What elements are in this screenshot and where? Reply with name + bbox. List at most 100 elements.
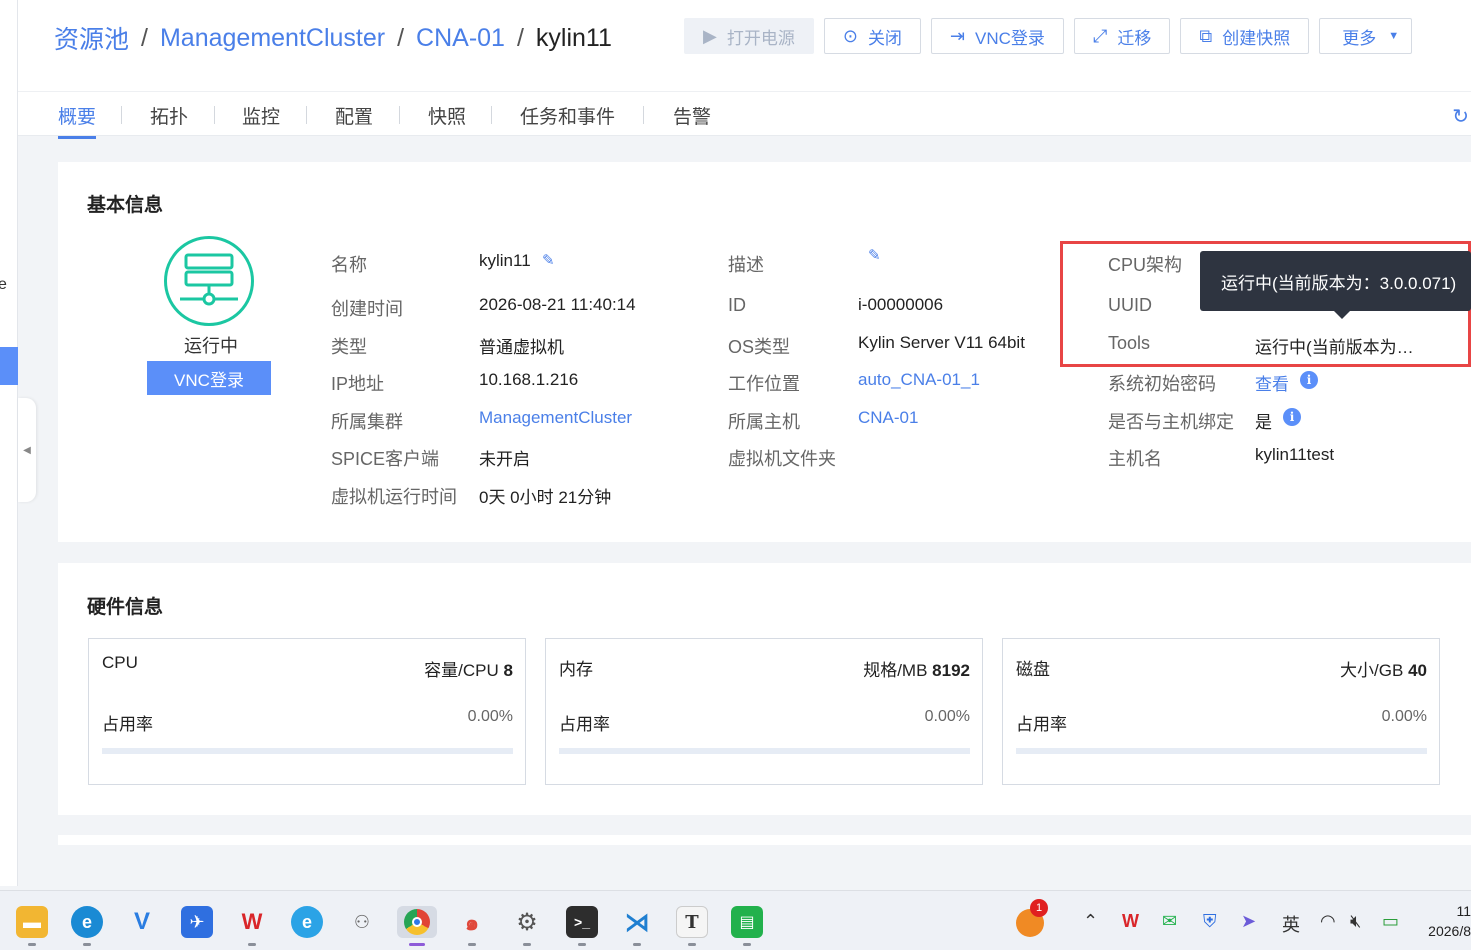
breadcrumb-resource-pool[interactable]: 资源池	[54, 20, 129, 56]
snail-app-icon[interactable]: ๑	[456, 906, 488, 938]
cluster-label: 所属集群	[331, 412, 403, 432]
create-snapshot-button[interactable]: ⧉ 创建快照	[1180, 18, 1310, 54]
uptime-label: 虚拟机运行时间	[331, 487, 457, 507]
taskbar-running-dot	[633, 943, 641, 946]
hardware-info-card: 硬件信息 CPU 容量/CPU 8 占用率 0.00% 内存 规格/MB 819…	[58, 563, 1471, 815]
speaker-muted-icon[interactable]: 🔇︎	[1350, 911, 1361, 932]
taskbar-running-dot	[28, 943, 36, 946]
ime-indicator[interactable]: 英	[1282, 911, 1300, 937]
basic-info-title: 基本信息	[87, 195, 164, 216]
tab-topology[interactable]: 拓扑	[150, 102, 188, 129]
page-header: 资源池 / ManagementCluster / CNA-01 / kylin…	[18, 0, 1471, 92]
caret-down-icon: ▼	[1388, 30, 1400, 42]
cpu-usage-bar	[102, 748, 513, 754]
wps-tray-icon[interactable]: W	[1122, 911, 1139, 932]
ip-label: IP地址	[331, 374, 385, 394]
info-icon[interactable]: i	[1283, 408, 1301, 426]
power-on-label: 打开电源	[726, 28, 795, 48]
tab-snapshots[interactable]: 快照	[428, 102, 466, 129]
taskbar-running-dot	[248, 943, 256, 946]
sidebar-active-item[interactable]	[0, 347, 18, 385]
settings-gear-icon[interactable]: ⚙	[511, 906, 543, 938]
send-arrow-icon[interactable]: ➤	[1241, 911, 1256, 932]
vnc-login-button[interactable]: ⇥ VNC登录	[930, 18, 1064, 54]
tab-config[interactable]: 配置	[335, 102, 373, 129]
sidebar-cut-text: e	[0, 276, 7, 293]
more-label: 更多	[1342, 28, 1377, 48]
breadcrumb-host[interactable]: CNA-01	[416, 24, 505, 53]
taskbar: ▬ e V ✈ W e ⚇ ๑ ⚙ >_ ⋊ T ▤ ⌃ W ✉ ⛨ ➤ 英 ◠…	[0, 890, 1471, 950]
tab-bar: 概要 拓扑 监控 配置 快照 任务和事件 告警 ↻	[18, 92, 1471, 139]
ip-value: 10.168.1.216	[479, 370, 579, 389]
action-toolbar: ▶ 打开电源 ⊙ 关闭 ⇥ VNC登录 ⤢ 迁移 ⧉ 创建快照 更多 ▼	[684, 18, 1422, 54]
chrome-icon[interactable]	[397, 906, 437, 938]
shutdown-button[interactable]: ⊙ 关闭	[823, 18, 921, 54]
cpu-title: CPU	[102, 653, 138, 672]
tab-divider	[491, 106, 492, 124]
breadcrumb-separator: /	[516, 23, 524, 52]
security-shield-icon[interactable]: ⛨	[1203, 911, 1217, 932]
shutdown-label: 关闭	[867, 28, 902, 48]
terminal-icon[interactable]: >_	[566, 906, 598, 938]
vee-app-icon[interactable]: V	[126, 906, 158, 938]
view-password-link[interactable]: 查看	[1255, 370, 1289, 395]
ai-browser-icon[interactable]: e	[291, 906, 323, 938]
wechat-tray-icon[interactable]: ✉	[1162, 911, 1177, 932]
typora-icon[interactable]: T	[676, 906, 708, 938]
chevron-up-icon[interactable]: ⌃	[1083, 911, 1098, 932]
system-clock[interactable]: 11 2026/8	[1428, 901, 1471, 941]
name-label: 名称	[331, 255, 367, 275]
taskbar-running-dot	[578, 943, 586, 946]
taskbar-active-dot	[409, 943, 425, 946]
wifi-icon[interactable]: ◠	[1320, 911, 1336, 932]
refresh-icon[interactable]: ↻	[1452, 104, 1469, 129]
power-on-button[interactable]: ▶ 打开电源	[684, 18, 814, 54]
host-binding-label: 是否与主机绑定	[1108, 412, 1234, 432]
vnc-login-quick-button[interactable]: VNC登录	[147, 361, 271, 395]
more-dropdown[interactable]: 更多 ▼	[1319, 18, 1413, 54]
spice-label: SPICE客户端	[331, 449, 440, 469]
disk-spec-value: 40	[1408, 661, 1427, 680]
vscode-icon[interactable]: ⋊	[621, 906, 653, 938]
wps-icon[interactable]: W	[236, 906, 268, 938]
info-icon[interactable]: i	[1300, 371, 1318, 389]
edit-name-icon[interactable]: ✎	[542, 251, 555, 269]
sidebar-collapse-toggle[interactable]: ◀	[18, 398, 36, 502]
tab-monitor[interactable]: 监控	[242, 102, 280, 129]
vm-folder-label: 虚拟机文件夹	[728, 449, 836, 469]
next-card	[58, 835, 1471, 845]
uptime-value: 0天 0小时 21分钟	[479, 488, 612, 507]
chat-app-icon[interactable]: ▤	[731, 906, 763, 938]
breadcrumb-cluster[interactable]: ManagementCluster	[160, 24, 385, 53]
tab-alarms[interactable]: 告警	[673, 102, 711, 129]
host-link[interactable]: CNA-01	[858, 408, 918, 428]
clock-date: 2026/8	[1428, 923, 1471, 939]
type-label: 类型	[331, 337, 367, 357]
cluster-link[interactable]: ManagementCluster	[479, 408, 632, 428]
tab-summary[interactable]: 概要	[58, 102, 97, 139]
edge-browser-icon[interactable]: e	[71, 906, 103, 938]
tab-divider	[643, 106, 644, 124]
disk-box: 磁盘 大小/GB 40 占用率 0.00%	[1002, 638, 1440, 785]
tab-tasks-events[interactable]: 任务和事件	[520, 102, 615, 129]
network-tool-icon[interactable]: ⚇	[346, 906, 378, 938]
disk-usage-value: 0.00%	[1381, 708, 1427, 725]
feishu-icon[interactable]: ✈	[181, 906, 213, 938]
location-link[interactable]: auto_CNA-01_1	[858, 370, 980, 390]
migrate-button[interactable]: ⤢ 迁移	[1073, 18, 1171, 54]
hardware-info-title: 硬件信息	[87, 597, 164, 618]
file-explorer-icon[interactable]: ▬	[16, 906, 48, 938]
sidebar-strip: e	[0, 0, 18, 886]
notification-badge: 1	[1030, 899, 1048, 917]
memory-spec: 规格/MB 8192	[863, 656, 970, 681]
hostname-label: 主机名	[1108, 449, 1162, 469]
edit-description-icon[interactable]: ✎	[868, 246, 881, 264]
create-snapshot-label: 创建快照	[1222, 28, 1291, 48]
battery-icon[interactable]: ▭	[1382, 911, 1399, 932]
taskbar-running-dot	[523, 943, 531, 946]
host-label: 所属主机	[728, 412, 800, 432]
tab-divider	[399, 106, 400, 124]
init-password-label: 系统初始密码	[1108, 374, 1216, 394]
disk-usage-label: 占用率	[1016, 715, 1067, 734]
memory-usage-label: 占用率	[559, 715, 610, 734]
